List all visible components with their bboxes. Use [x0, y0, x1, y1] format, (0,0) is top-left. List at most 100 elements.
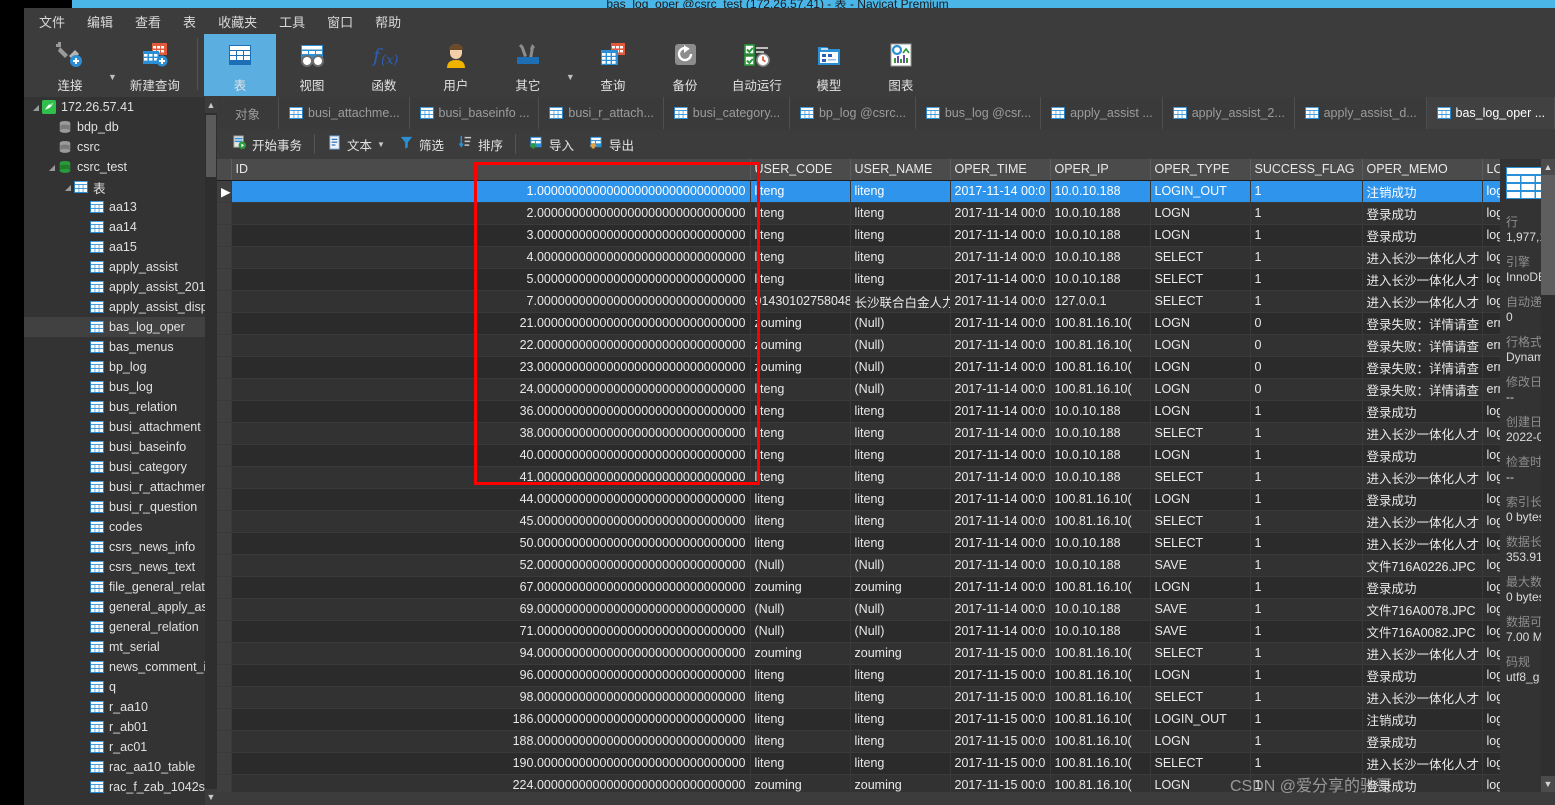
cell-user_name[interactable]: liteng — [850, 268, 951, 291]
cell-user_name[interactable]: liteng — [850, 510, 951, 533]
cell-user_code[interactable]: liteng — [750, 488, 851, 511]
cell-user_code[interactable]: (Null) — [750, 554, 851, 577]
row-marker[interactable] — [217, 686, 232, 709]
cell-success_flag[interactable]: 1 — [1250, 180, 1363, 203]
cell-success_flag[interactable]: 1 — [1250, 554, 1363, 577]
cell-user_code[interactable]: zouming — [750, 356, 851, 379]
cell-oper_memo[interactable]: 登录成功 — [1362, 224, 1483, 247]
cell-oper_memo[interactable]: 登录成功 — [1362, 730, 1483, 753]
cell-user_name[interactable]: liteng — [850, 730, 951, 753]
column-header-id[interactable]: ID — [231, 159, 751, 181]
cell-oper_ip[interactable]: 10.0.10.188 — [1050, 422, 1151, 445]
cell-user_name[interactable]: zouming — [850, 774, 951, 792]
cell-success_flag[interactable]: 1 — [1250, 400, 1363, 423]
grid-scroll-down-icon[interactable]: ▼ — [1541, 776, 1555, 792]
cell-oper_type[interactable]: LOGN — [1150, 774, 1251, 792]
cell-user_code[interactable]: zouming — [750, 774, 851, 792]
cell-success_flag[interactable]: 1 — [1250, 664, 1363, 687]
column-header-oper_time[interactable]: OPER_TIME — [950, 159, 1051, 181]
cell-id[interactable]: 44.000000000000000000000000000000 — [231, 488, 751, 511]
tree-node-172-26-57-41[interactable]: ◢ 172.26.57.41 — [24, 97, 205, 117]
cell-oper_ip[interactable]: 100.81.16.10( — [1050, 510, 1151, 533]
cell-oper_type[interactable]: LOGIN_OUT — [1150, 708, 1251, 731]
table-row[interactable]: 24.000000000000000000000000000000 liteng(… — [217, 378, 1555, 401]
cell-id[interactable]: 188.000000000000000000000000000000 — [231, 730, 751, 753]
cell-user_name[interactable]: liteng — [850, 686, 951, 709]
editor-tab-3[interactable]: busi_r_attach... — [539, 97, 664, 129]
editor-tab-9[interactable]: apply_assist_d... — [1295, 97, 1427, 129]
cell-user_name[interactable]: liteng — [850, 664, 951, 687]
cell-user_name[interactable]: zouming — [850, 576, 951, 599]
cell-oper_memo[interactable]: 进入长沙一体化人才 — [1362, 422, 1483, 445]
cell-oper_memo[interactable]: 登录成功 — [1362, 774, 1483, 792]
cell-oper_type[interactable]: SELECT — [1150, 510, 1251, 533]
cell-success_flag[interactable]: 1 — [1250, 752, 1363, 775]
sidebar-scroll-thumb[interactable] — [206, 115, 216, 177]
tree-node-bas_menus[interactable]: bas_menus — [24, 337, 205, 357]
table-row[interactable]: 96.000000000000000000000000000000 liteng l… — [217, 664, 1555, 687]
cell-oper_ip[interactable]: 10.0.10.188 — [1050, 554, 1151, 577]
cell-success_flag[interactable]: 1 — [1250, 422, 1363, 445]
toolbar-button-query[interactable]: 查询 — [577, 34, 649, 96]
begin-transaction-button[interactable]: 开始事务 — [225, 133, 309, 156]
cell-oper_ip[interactable]: 100.81.16.10( — [1050, 356, 1151, 379]
cell-id[interactable]: 50.000000000000000000000000000000 — [231, 532, 751, 555]
row-marker[interactable] — [217, 400, 232, 423]
cell-oper_time[interactable]: 2017-11-15 00:0 — [950, 708, 1051, 731]
menu-item-table[interactable]: 表 — [172, 9, 207, 34]
row-marker[interactable] — [217, 576, 232, 599]
column-header-user_code[interactable]: USER_CODE — [750, 159, 851, 181]
cell-oper_ip[interactable]: 100.81.16.10( — [1050, 642, 1151, 665]
cell-user_name[interactable]: liteng — [850, 422, 951, 445]
cell-user_name[interactable]: liteng — [850, 180, 951, 203]
cell-oper_memo[interactable]: 进入长沙一体化人才 — [1362, 510, 1483, 533]
tree-node-busi_r_question[interactable]: busi_r_question — [24, 497, 205, 517]
cell-oper_time[interactable]: 2017-11-14 00:0 — [950, 576, 1051, 599]
cell-oper_type[interactable]: SELECT — [1150, 268, 1251, 291]
cell-oper_memo[interactable]: 登录成功 — [1362, 488, 1483, 511]
toolbar-button-connection[interactable]: 连接 — [34, 34, 106, 96]
tree-node-csrc[interactable]: csrc — [24, 137, 205, 157]
cell-user_code[interactable]: liteng — [750, 730, 851, 753]
cell-oper_ip[interactable]: 10.0.10.188 — [1050, 180, 1151, 203]
cell-oper_time[interactable]: 2017-11-14 00:0 — [950, 488, 1051, 511]
cell-success_flag[interactable]: 1 — [1250, 598, 1363, 621]
cell-oper_time[interactable]: 2017-11-14 00:0 — [950, 422, 1051, 445]
cell-success_flag[interactable]: 0 — [1250, 334, 1363, 357]
cell-oper_memo[interactable]: 进入长沙一体化人才 — [1362, 532, 1483, 555]
cell-oper_time[interactable]: 2017-11-14 00:0 — [950, 202, 1051, 225]
tree-node-r_aa10[interactable]: r_aa10 — [24, 697, 205, 717]
grid-vertical-scrollbar[interactable]: ▲ ▼ — [1541, 159, 1555, 792]
cell-oper_memo[interactable]: 注销成功 — [1362, 180, 1483, 203]
cell-id[interactable]: 67.000000000000000000000000000000 — [231, 576, 751, 599]
cell-oper_ip[interactable]: 100.81.16.10( — [1050, 752, 1151, 775]
cell-oper_ip[interactable]: 100.81.16.10( — [1050, 774, 1151, 792]
connection-dropdown-caret-icon[interactable]: ▼ — [108, 50, 117, 82]
cell-oper_time[interactable]: 2017-11-14 00:0 — [950, 290, 1051, 313]
row-marker[interactable] — [217, 730, 232, 753]
tree-node-aa13[interactable]: aa13 — [24, 197, 205, 217]
chevron-down-icon[interactable]: ◢ — [46, 163, 58, 172]
cell-oper_time[interactable]: 2017-11-14 00:0 — [950, 620, 1051, 643]
cell-id[interactable]: 36.000000000000000000000000000000 — [231, 400, 751, 423]
cell-oper_memo[interactable]: 登录成功 — [1362, 444, 1483, 467]
cell-success_flag[interactable]: 0 — [1250, 378, 1363, 401]
tree-node-csrc_test[interactable]: ◢ csrc_test — [24, 157, 205, 177]
other-dropdown-caret-icon[interactable]: ▼ — [566, 50, 575, 82]
cell-user_code[interactable]: (Null) — [750, 620, 851, 643]
tree-node-r_ac01[interactable]: r_ac01 — [24, 737, 205, 757]
tree-node-busi_r_attachment[interactable]: busi_r_attachment — [24, 477, 205, 497]
cell-success_flag[interactable]: 1 — [1250, 576, 1363, 599]
table-row[interactable]: 2.000000000000000000000000000000 liteng li… — [217, 202, 1555, 225]
cell-oper_type[interactable]: LOGN — [1150, 664, 1251, 687]
tree-node-apply_assist[interactable]: apply_assist — [24, 257, 205, 277]
row-marker[interactable] — [217, 620, 232, 643]
sidebar-scroll-up-icon[interactable]: ▲ — [205, 97, 217, 113]
cell-user_code[interactable]: zouming — [750, 576, 851, 599]
cell-user_name[interactable]: (Null) — [850, 554, 951, 577]
cell-user_code[interactable]: liteng — [750, 224, 851, 247]
toolbar-button-automation[interactable]: 自动运行 — [721, 34, 793, 96]
cell-oper_ip[interactable]: 10.0.10.188 — [1050, 246, 1151, 269]
cell-success_flag[interactable]: 1 — [1250, 246, 1363, 269]
cell-id[interactable]: 38.000000000000000000000000000000 — [231, 422, 751, 445]
